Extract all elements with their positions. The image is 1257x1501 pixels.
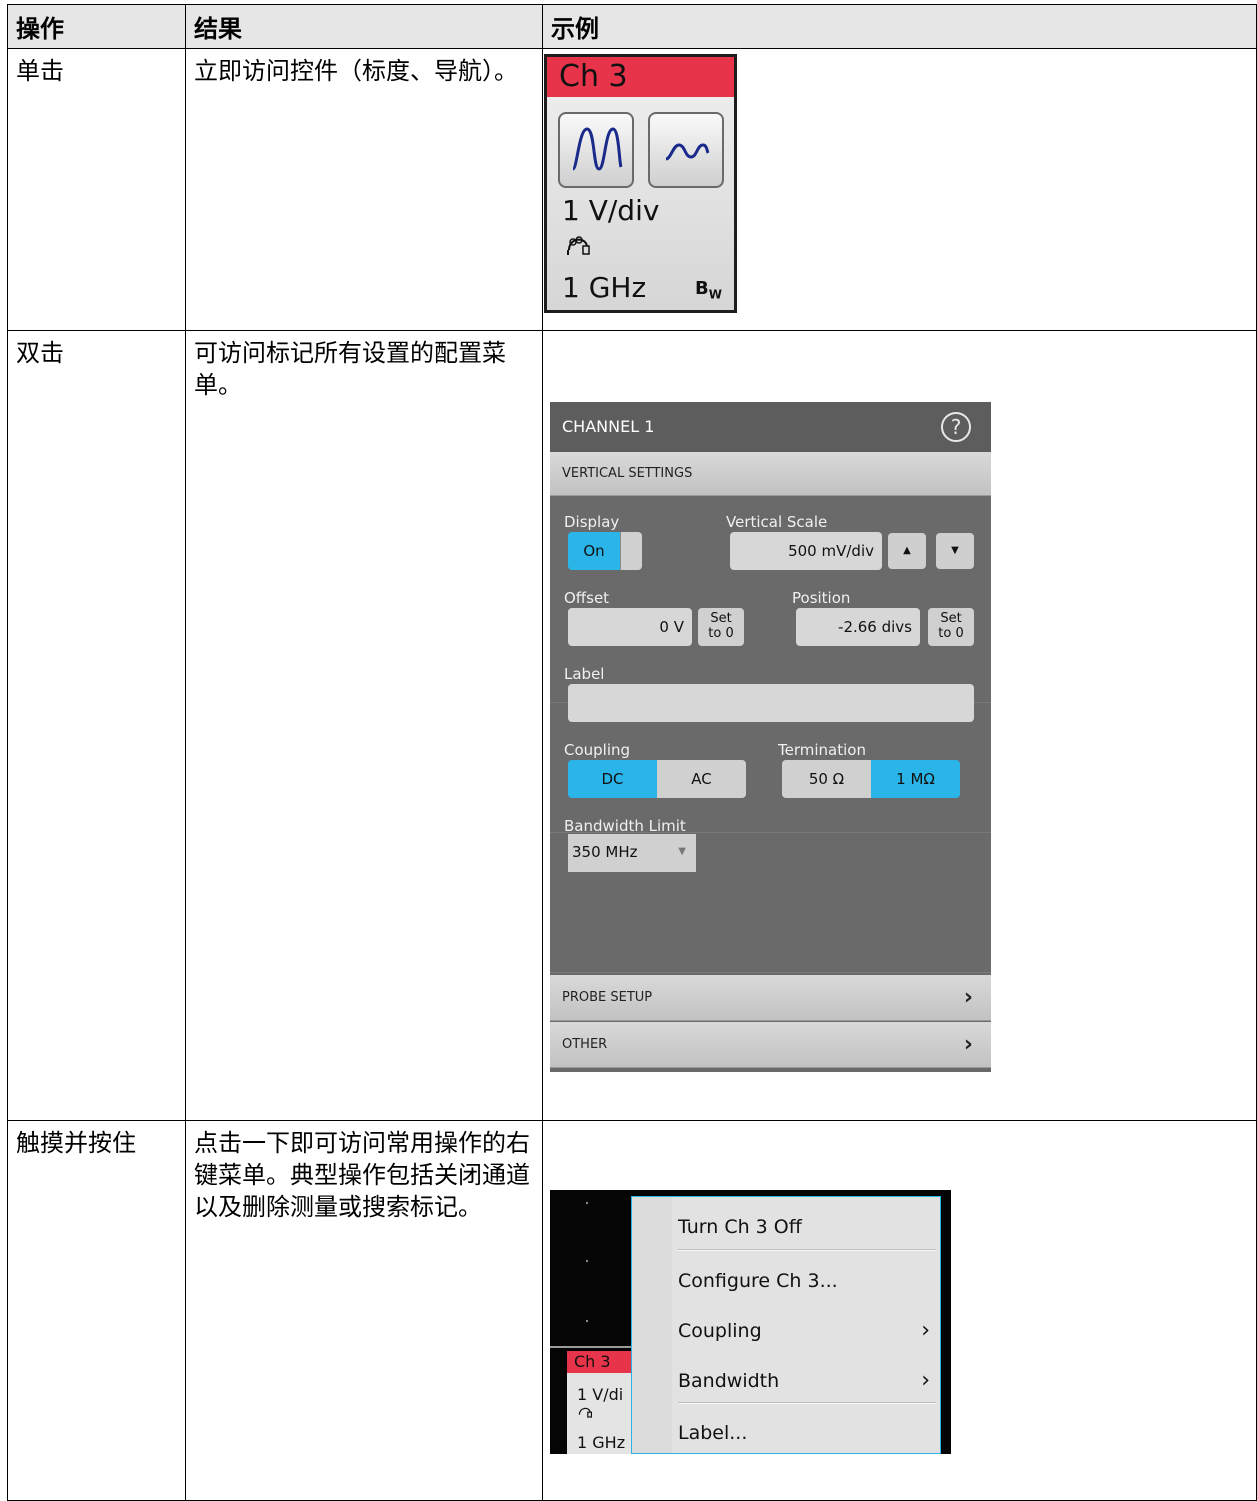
example-cell: Ch 3 1 V/div 1 GHz BW [542, 48, 1257, 331]
termination-50-ohm-segment[interactable]: 50 Ω [782, 760, 871, 798]
menu-item-turn-off[interactable]: Turn Ch 3 Off [678, 1211, 938, 1243]
header-action: 操作 [7, 4, 186, 49]
display-on-segment[interactable]: On [568, 532, 620, 570]
menu-title: CHANNEL 1 [562, 417, 655, 436]
small-waveform-icon [665, 143, 710, 161]
display-toggle[interactable]: On [568, 532, 642, 570]
offset-set-to-zero-button[interactable]: Set to 0 [698, 608, 744, 646]
table-row: 触摸并按住 点击一下即可访问常用操作的右键菜单。典型操作包括关闭通道以及删除测量… [7, 1120, 1257, 1501]
termination-1-megohm-segment[interactable]: 1 MΩ [871, 760, 960, 798]
position-field[interactable]: -2.66 divs [796, 608, 920, 646]
header-result: 结果 [185, 4, 543, 49]
context-menu-example: Ch 3 1 V/di 1 GHz Turn Ch 3 Off Configur… [550, 1190, 951, 1454]
header-example: 示例 [542, 4, 1257, 49]
termination-toggle[interactable]: 50 Ω 1 MΩ [782, 760, 960, 798]
result-cell: 点击一下即可访问常用操作的右键菜单。典型操作包括关闭通道以及删除测量或搜索标记。 [185, 1120, 543, 1501]
probe-icon [578, 1407, 592, 1418]
menu-item-label[interactable]: Label... [678, 1417, 938, 1449]
configuration-menu: CHANNEL 1 ? VERTICAL SETTINGS Display On… [550, 402, 991, 1072]
vertical-settings-header[interactable]: VERTICAL SETTINGS [550, 452, 991, 496]
position-waveform-button[interactable] [648, 112, 724, 188]
label-field[interactable] [568, 684, 974, 722]
position-set-to-zero-button[interactable]: Set to 0 [928, 608, 974, 646]
coupling-ac-segment[interactable]: AC [657, 760, 746, 798]
badge-title: Ch 3 [547, 57, 734, 97]
vertical-scale-field[interactable]: 500 mV/div [730, 532, 882, 570]
channel-badge[interactable]: Ch 3 1 V/div 1 GHz BW [544, 54, 737, 313]
result-cell: 立即访问控件（标度、导航）。 [185, 48, 543, 331]
badge-scale: 1 V/div [562, 194, 660, 227]
offset-field[interactable]: 0 V [568, 608, 692, 646]
chevron-right-icon: › [963, 985, 973, 1010]
chevron-right-icon: › [921, 1318, 930, 1343]
table-header-row: 操作 结果 示例 [7, 4, 1257, 49]
table-row: 单击 立即访问控件（标度、导航）。 Ch 3 1 V/div 1 GHz BW [7, 48, 1257, 331]
menu-item-bandwidth[interactable]: Bandwidth › [678, 1365, 938, 1397]
probe-setup-section[interactable]: PROBE SETUP › [550, 975, 991, 1021]
result-cell: 可访问标记所有设置的配置菜单。 [185, 330, 543, 1121]
gesture-table: 操作 结果 示例 单击 立即访问控件（标度、导航）。 Ch 3 1 V/div … [7, 4, 1257, 1501]
bandwidth-limit-icon: BW [695, 278, 722, 302]
triangle-down-icon: ▼ [951, 545, 959, 556]
help-icon[interactable]: ? [941, 412, 971, 442]
menu-item-coupling[interactable]: Coupling › [678, 1315, 938, 1347]
chevron-right-icon: › [921, 1368, 930, 1393]
mini-badge-title: Ch 3 [567, 1351, 632, 1373]
bandwidth-limit-select[interactable]: 350 MHz ▼ [568, 834, 696, 872]
action-cell: 单击 [7, 48, 186, 331]
chevron-right-icon: › [963, 1032, 973, 1057]
coupling-dc-segment[interactable]: DC [568, 760, 657, 798]
scale-waveform-button[interactable] [558, 112, 634, 188]
probe-icon [567, 236, 590, 255]
menu-title-bar: CHANNEL 1 ? [550, 402, 991, 452]
action-cell: 触摸并按住 [7, 1120, 186, 1501]
scale-up-button[interactable]: ▲ [888, 533, 926, 569]
right-click-menu: Turn Ch 3 Off Configure Ch 3... Coupling… [631, 1196, 941, 1454]
table-row: 双击 可访问标记所有设置的配置菜单。 CHANNEL 1 ? VERTICAL … [7, 330, 1257, 1121]
triangle-up-icon: ▲ [903, 545, 911, 556]
mini-badge-bandwidth: 1 GHz [577, 1433, 626, 1452]
coupling-toggle[interactable]: DC AC [568, 760, 746, 798]
menu-item-configure[interactable]: Configure Ch 3... [678, 1265, 938, 1297]
scale-down-button[interactable]: ▼ [936, 533, 974, 569]
example-cell: CHANNEL 1 ? VERTICAL SETTINGS Display On… [542, 330, 1257, 1121]
channel-badge-small[interactable]: Ch 3 1 V/di 1 GHz [567, 1351, 632, 1454]
example-cell: Ch 3 1 V/di 1 GHz Turn Ch 3 Off Configur… [542, 1120, 1257, 1501]
other-section[interactable]: OTHER › [550, 1022, 991, 1068]
bandwidth-limit-value: 350 MHz [572, 843, 638, 861]
badge-bandwidth: 1 GHz [562, 271, 647, 304]
large-waveform-icon [571, 127, 623, 171]
dropdown-arrow-icon: ▼ [678, 846, 686, 857]
action-cell: 双击 [7, 330, 186, 1121]
